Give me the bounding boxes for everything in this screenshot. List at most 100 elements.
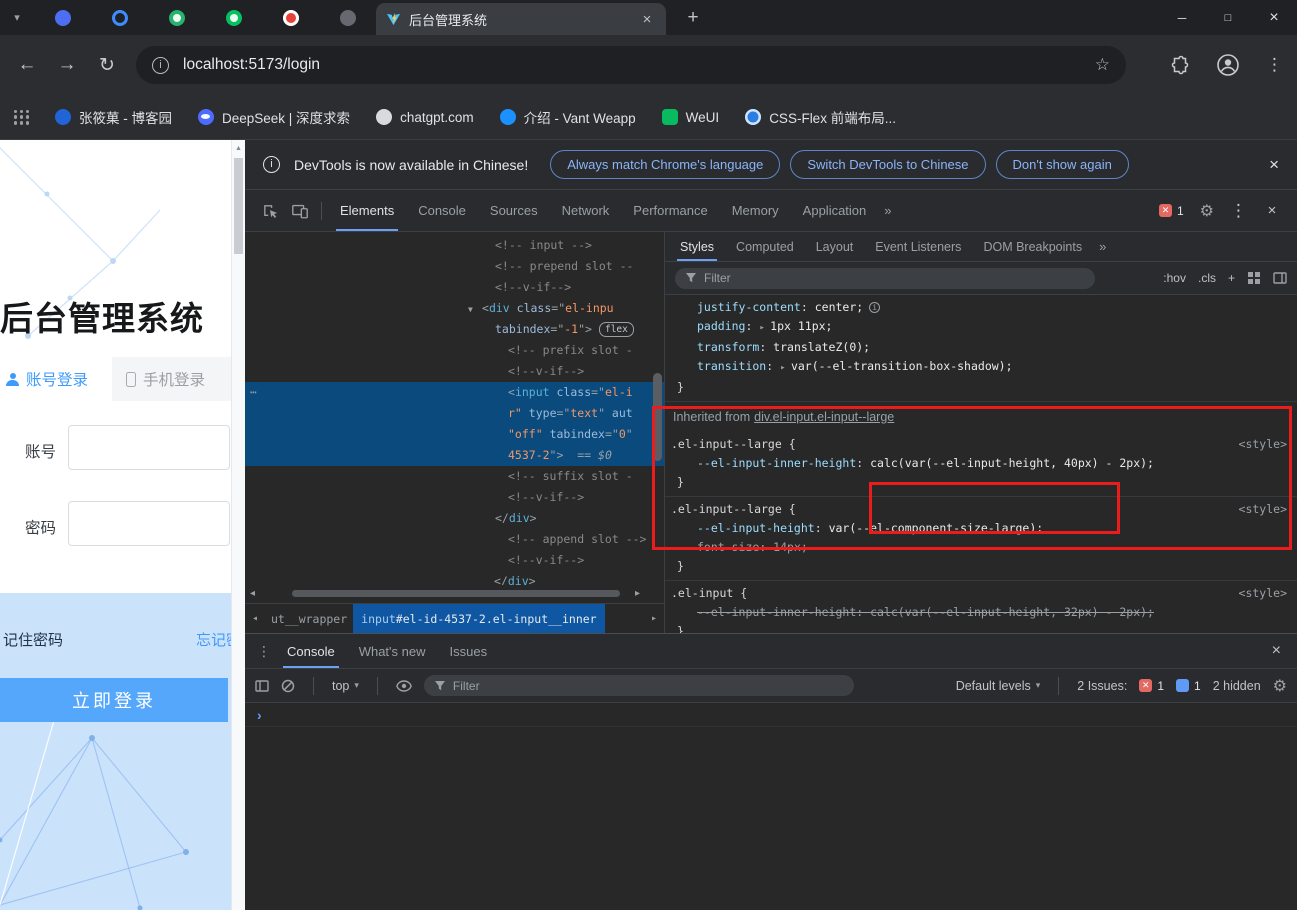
css-declaration[interactable]: transition: ▸ var(--el-transition-box-sh… — [671, 357, 1287, 378]
dom-tree-line[interactable]: <!--v-if--> — [245, 550, 664, 571]
bookmark-star-icon[interactable]: ☆ — [1095, 55, 1110, 75]
url-text[interactable]: localhost:5173/login — [183, 56, 1087, 74]
dom-tree-line[interactable]: tabindex="-1"> flex — [245, 319, 664, 340]
dom-tree-line[interactable]: <!-- input --> — [245, 235, 664, 256]
dom-tree-line[interactable]: 4537-2"> == $0 — [245, 445, 664, 466]
styles-tab-event-listeners[interactable]: Event Listeners — [864, 232, 972, 261]
css-declaration[interactable]: justify-content: center; i — [671, 298, 1287, 317]
page-scrollbar[interactable]: ▲ — [231, 140, 245, 910]
dom-tree-line[interactable]: <!--v-if--> — [245, 361, 664, 382]
issues-label[interactable]: 2 Issues: — [1077, 679, 1127, 693]
style-origin-link[interactable]: <style> — [1239, 435, 1287, 454]
bookmark-item[interactable]: 张筱菓 - 博客园 — [55, 107, 172, 127]
styles-tab-layout[interactable]: Layout — [805, 232, 865, 261]
tab-phone-login[interactable]: 手机登录 — [112, 357, 231, 401]
more-tabs-icon[interactable]: » — [1093, 239, 1112, 254]
browser-menu-icon[interactable]: ⋮ — [1266, 55, 1283, 75]
drawer-close-icon[interactable]: × — [1272, 642, 1289, 660]
breadcrumb-selected[interactable]: input #el-id-4537-2 .el-input__inner — [353, 604, 605, 633]
dom-tree-line[interactable]: <!-- append slot --> — [245, 529, 664, 550]
reload-button[interactable]: ↻ — [94, 54, 120, 77]
active-tab[interactable]: 后台管理系统 × — [376, 3, 666, 35]
hscroll-left-icon[interactable]: ◂ — [250, 588, 255, 599]
infobar-close-icon[interactable]: × — [1269, 155, 1279, 175]
profile-avatar[interactable] — [1216, 53, 1240, 77]
dom-tree-line[interactable]: <!--v-if--> — [245, 277, 664, 298]
window-close-button[interactable]: × — [1251, 0, 1297, 35]
inherited-selector-link[interactable]: div.el-input.el-input--large — [754, 410, 894, 424]
pinned-tab[interactable] — [34, 0, 91, 35]
style-origin-link[interactable]: <style> — [1239, 500, 1287, 519]
pinned-tab[interactable] — [148, 0, 205, 35]
tab-account-login[interactable]: 账号登录 — [6, 357, 88, 401]
devtools-close-icon[interactable]: × — [1263, 202, 1281, 219]
pinned-tab[interactable] — [91, 0, 148, 35]
more-actions-icon[interactable]: ⋯ — [250, 382, 258, 403]
hscroll-right-icon[interactable]: ▸ — [635, 588, 640, 599]
dom-tree-line[interactable]: <!-- prepend slot -- — [245, 256, 664, 277]
console-filter-input[interactable]: Filter — [423, 675, 854, 696]
css-declaration[interactable]: font-size: 14px; — [671, 538, 1287, 557]
rule-selector[interactable]: .el-input { — [671, 584, 1287, 603]
pseudo-state-toggle[interactable]: :hov — [1163, 271, 1186, 285]
rule-selector[interactable]: .el-input--large { — [671, 500, 1287, 519]
css-declaration[interactable]: --el-input-inner-height: calc(var(--el-i… — [671, 454, 1287, 473]
issues-message-badge[interactable]: 1 — [1176, 679, 1201, 693]
bookmark-item[interactable]: CSS-Flex 前端布局... — [745, 107, 896, 127]
class-toggle[interactable]: .cls — [1198, 271, 1216, 285]
password-input[interactable] — [68, 501, 230, 546]
devtools-tab-memory[interactable]: Memory — [720, 190, 791, 231]
devtools-tab-performance[interactable]: Performance — [621, 190, 719, 231]
scrollbar-thumb[interactable] — [234, 158, 243, 254]
devtools-tab-network[interactable]: Network — [550, 190, 622, 231]
crumb-right-icon[interactable]: ▸ — [644, 613, 664, 624]
minimize-button[interactable]: ─ — [1159, 0, 1205, 35]
style-origin-link[interactable]: <style> — [1239, 584, 1287, 603]
site-info-icon[interactable]: i — [152, 56, 169, 74]
dom-tree-line[interactable]: ⋯ <input class="el-i — [245, 382, 664, 403]
device-toolbar-icon[interactable] — [285, 202, 315, 220]
styles-tab-dom-breakpoints[interactable]: DOM Breakpoints — [972, 232, 1093, 261]
styles-tab-computed[interactable]: Computed — [725, 232, 805, 261]
remember-password-label[interactable]: 记住密码 — [3, 629, 63, 650]
hidden-messages-label[interactable]: 2 hidden — [1213, 679, 1261, 693]
bookmark-item[interactable]: WeUI — [661, 109, 719, 125]
devtools-tab-application[interactable]: Application — [791, 190, 879, 231]
apps-grid-icon[interactable] — [14, 109, 29, 125]
drawer-tab-what-s-new[interactable]: What's new — [347, 634, 438, 668]
console-settings-icon[interactable]: ⚙ — [1273, 676, 1287, 696]
console-prompt[interactable]: › — [245, 703, 1297, 727]
bookmark-item[interactable]: chatgpt.com — [376, 109, 474, 125]
infobar-button[interactable]: Don't show again — [995, 150, 1129, 179]
dom-tree-line[interactable]: <!-- suffix slot - — [245, 466, 664, 487]
tab-close-icon[interactable]: × — [638, 11, 656, 28]
log-levels-selector[interactable]: Default levels ▾ — [956, 679, 1041, 693]
styles-filter-input[interactable]: Filter — [675, 267, 1095, 289]
dom-tree-vscrollbar[interactable] — [653, 373, 662, 461]
pinned-tab[interactable] — [319, 0, 376, 35]
infobar-button[interactable]: Always match Chrome's language — [550, 150, 781, 179]
maximize-button[interactable]: □ — [1205, 0, 1251, 35]
dom-tree-line[interactable]: r" type="text" aut — [245, 403, 664, 424]
drawer-tab-console[interactable]: Console — [275, 634, 347, 668]
rule-selector[interactable]: .el-input--large { — [671, 435, 1287, 454]
dock-sidebar-icon[interactable] — [1273, 271, 1287, 285]
tab-search-button[interactable]: ▾ — [0, 0, 34, 35]
omnibox[interactable]: i localhost:5173/login ☆ — [136, 46, 1126, 84]
clear-console-icon[interactable] — [281, 679, 295, 693]
bookmark-item[interactable]: 介绍 - Vant Weapp — [499, 107, 636, 127]
console-sidebar-icon[interactable] — [255, 679, 269, 693]
extensions-icon[interactable] — [1170, 55, 1190, 75]
dom-tree-line[interactable]: <!-- prefix slot - — [245, 340, 664, 361]
computed-grid-icon[interactable] — [1247, 271, 1261, 285]
infobar-button[interactable]: Switch DevTools to Chinese — [790, 150, 986, 179]
drawer-tab-issues[interactable]: Issues — [438, 634, 500, 668]
breadcrumb-parent[interactable]: ut__wrapper — [265, 604, 353, 633]
dom-tree-hscrollbar[interactable]: ◂ ▸ — [245, 585, 664, 603]
dom-tree-line[interactable]: </div> — [245, 508, 664, 529]
collapse-arrow-icon[interactable]: ▼ — [468, 299, 482, 320]
new-tab-button[interactable]: + — [678, 3, 708, 33]
forgot-password-link[interactable]: 忘记密码 — [196, 629, 231, 650]
pinned-tab[interactable] — [262, 0, 319, 35]
pinned-tab[interactable] — [205, 0, 262, 35]
